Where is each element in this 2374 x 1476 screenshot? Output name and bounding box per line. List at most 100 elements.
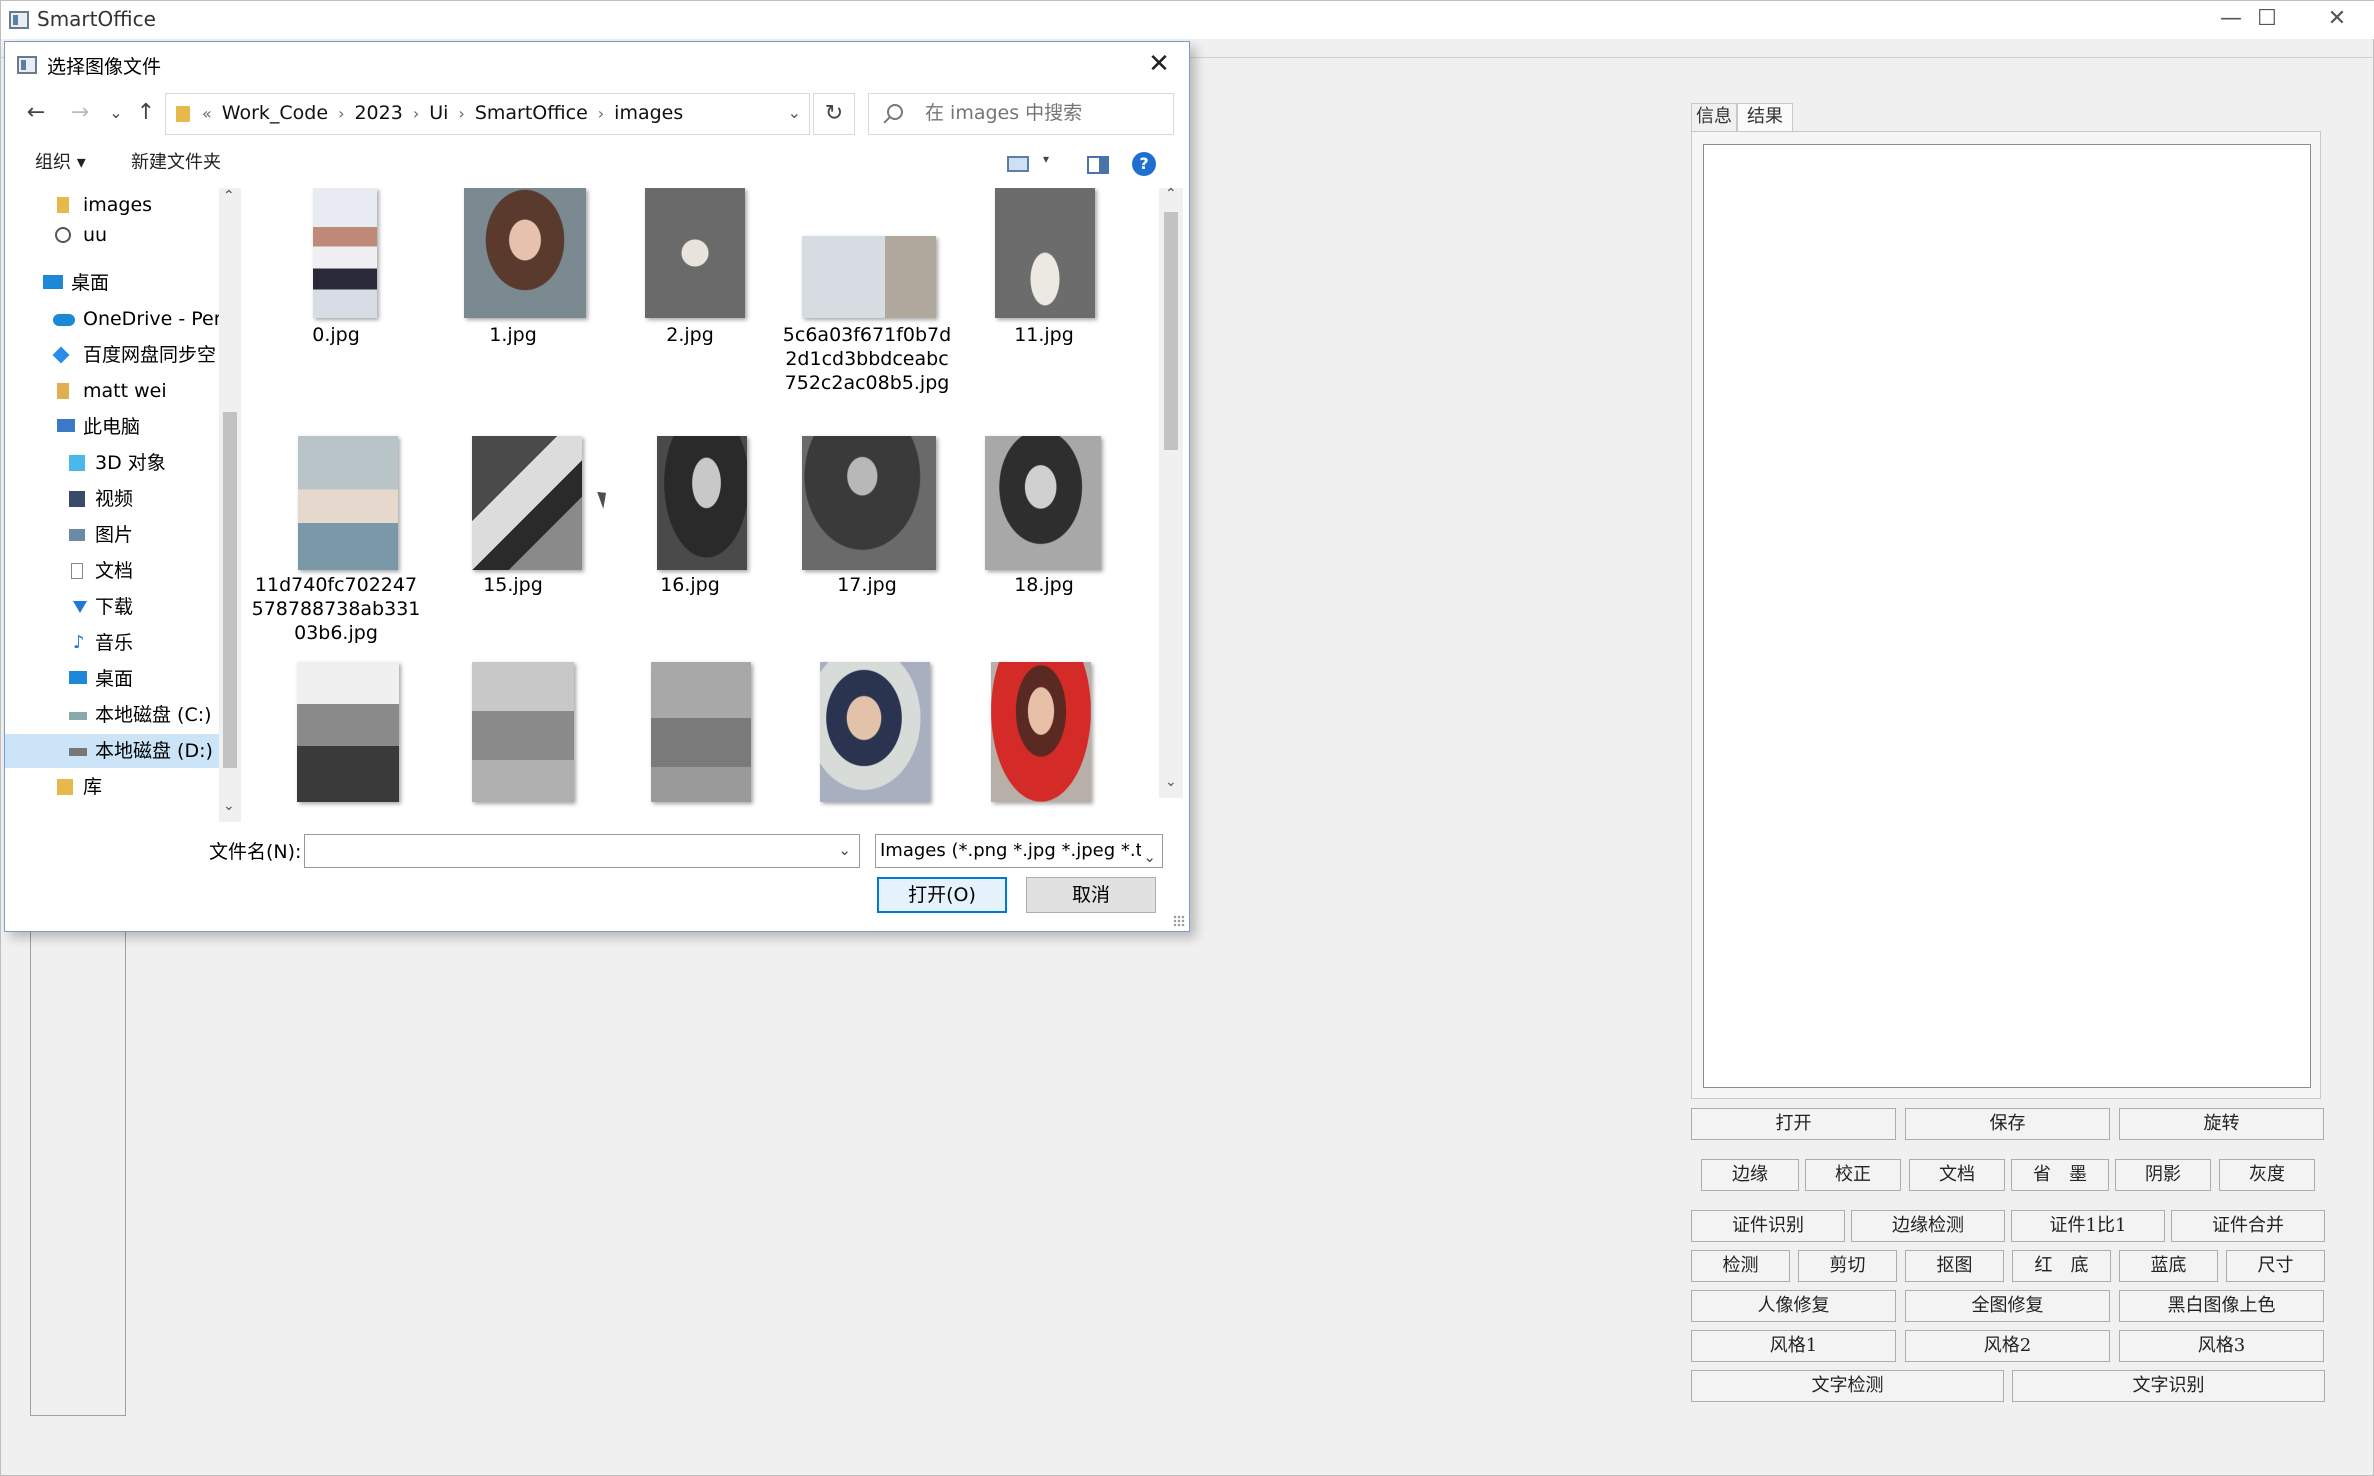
file-list-scrollbar[interactable]: ⌃ ⌄ — [1159, 186, 1183, 798]
file-item[interactable]: 2.jpg — [605, 188, 775, 348]
nav-item-drive-c[interactable]: 本地磁盘 (C:) — [5, 698, 220, 732]
nav-item-3d[interactable]: 3D 对象 — [5, 446, 220, 480]
nav-item-onedrive[interactable]: OneDrive - Pers — [5, 302, 220, 336]
text-recognize-button[interactable]: 文字识别 — [2012, 1370, 2325, 1402]
help-icon[interactable]: ? — [1132, 152, 1156, 176]
chevron-down-icon[interactable]: ⌄ — [788, 103, 801, 122]
breadcrumb-item[interactable]: SmartOffice — [475, 102, 588, 124]
nav-scrollbar[interactable]: ⌃ ⌄ — [219, 188, 241, 822]
file-item[interactable]: 16.jpg — [605, 436, 775, 596]
nav-item-drive-d[interactable]: 本地磁盘 (D:) — [5, 734, 220, 768]
view-dropdown-icon[interactable]: ▾ — [1043, 152, 1049, 166]
nav-item-baidu[interactable]: 百度网盘同步空 — [5, 338, 220, 372]
breadcrumb-item[interactable]: Work_Code — [222, 102, 328, 124]
back-arrow-icon[interactable]: ← — [21, 98, 51, 128]
chevron-right-icon[interactable]: › — [338, 104, 344, 123]
file-item[interactable]: 0.jpg — [251, 188, 421, 348]
portrait-repair-button[interactable]: 人像修复 — [1691, 1290, 1896, 1322]
nav-item-library[interactable]: 库 — [5, 770, 220, 804]
nav-item-desktop-2[interactable]: 桌面 — [5, 662, 220, 696]
tab-info[interactable]: 信息 — [1691, 103, 1737, 131]
nav-item-documents[interactable]: 文档 — [5, 554, 220, 588]
nav-item-this-pc[interactable]: 此电脑 — [5, 410, 220, 444]
tab-result[interactable]: 结果 — [1737, 103, 1793, 131]
document-button[interactable]: 文档 — [1909, 1159, 2005, 1191]
filename-input[interactable]: ⌄ — [304, 834, 860, 868]
blue-bg-button[interactable]: 蓝底 — [2119, 1250, 2218, 1282]
dialog-close-button[interactable]: ✕ — [1139, 46, 1179, 82]
full-repair-button[interactable]: 全图修复 — [1905, 1290, 2110, 1322]
file-type-filter[interactable]: Images (*.png *.jpg *.jpeg *.ti ⌄ — [875, 834, 1163, 868]
new-folder-button[interactable]: 新建文件夹 — [131, 148, 221, 174]
nav-item-uu[interactable]: uu — [5, 218, 220, 252]
rotate-button[interactable]: 旋转 — [2119, 1108, 2324, 1140]
file-item[interactable] — [605, 662, 775, 822]
scroll-thumb[interactable] — [1164, 212, 1178, 450]
nav-item-music[interactable]: ♪ 音乐 — [5, 626, 220, 660]
refresh-icon[interactable]: ↻ — [813, 93, 855, 135]
breadcrumb-item[interactable]: 2023 — [354, 102, 402, 124]
open-file-button[interactable]: 打开(O) — [877, 877, 1007, 913]
search-input[interactable] — [925, 102, 1165, 124]
scroll-up-icon[interactable]: ⌃ — [223, 188, 235, 204]
breadcrumb-item[interactable]: images — [614, 102, 683, 124]
scroll-down-icon[interactable]: ⌄ — [223, 798, 235, 814]
edge-detect-button[interactable]: 边缘检测 — [1851, 1210, 2005, 1242]
open-button[interactable]: 打开 — [1691, 1108, 1896, 1140]
style2-button[interactable]: 风格2 — [1905, 1330, 2110, 1362]
chevron-right-icon[interactable]: › — [598, 104, 604, 123]
breadcrumb-item[interactable]: Ui — [429, 102, 448, 124]
file-item[interactable]: 17.jpg — [782, 436, 952, 596]
address-bar[interactable]: « Work_Code › 2023 › Ui › SmartOffice › images ⌄ — [165, 93, 810, 135]
file-item[interactable]: 15.jpg — [428, 436, 598, 596]
size-button[interactable]: 尺寸 — [2226, 1250, 2325, 1282]
scroll-down-icon[interactable]: ⌄ — [1165, 774, 1177, 790]
nav-item-downloads[interactable]: 下载 — [5, 590, 220, 624]
file-item[interactable]: 11.jpg — [959, 188, 1129, 348]
cut-button[interactable]: 剪切 — [1798, 1250, 1897, 1282]
breadcrumb-overflow[interactable]: « — [202, 104, 212, 123]
nav-item-user[interactable]: matt wei — [5, 374, 220, 408]
nav-item-desktop[interactable]: 桌面 — [5, 266, 220, 300]
preview-pane-icon[interactable] — [1087, 156, 1109, 174]
history-dropdown-icon[interactable]: ⌄ — [101, 98, 131, 128]
colorize-button[interactable]: 黑白图像上色 — [2119, 1290, 2324, 1322]
scroll-up-icon[interactable]: ⌃ — [1165, 186, 1177, 202]
file-item[interactable] — [428, 662, 598, 822]
save-button[interactable]: 保存 — [1905, 1108, 2110, 1140]
resize-grip[interactable] — [1173, 915, 1185, 927]
edge-button[interactable]: 边缘 — [1701, 1159, 1799, 1191]
grayscale-button[interactable]: 灰度 — [2219, 1159, 2315, 1191]
ink-save-button[interactable]: 省 墨 — [2011, 1159, 2109, 1191]
chevron-down-icon[interactable]: ⌄ — [838, 841, 851, 859]
file-item[interactable]: 18.jpg — [959, 436, 1129, 596]
window-close-button[interactable]: ✕ — [2303, 1, 2371, 39]
forward-arrow-icon[interactable]: → — [65, 98, 95, 128]
view-mode-icon[interactable] — [1007, 156, 1029, 172]
id-merge-button[interactable]: 证件合并 — [2171, 1210, 2325, 1242]
chevron-right-icon[interactable]: › — [458, 104, 464, 123]
shadow-button[interactable]: 阴影 — [2115, 1159, 2211, 1191]
correct-button[interactable]: 校正 — [1805, 1159, 1901, 1191]
chevron-right-icon[interactable]: › — [413, 104, 419, 123]
id-1to1-button[interactable]: 证件1比1 — [2011, 1210, 2165, 1242]
file-item[interactable]: 1.jpg — [428, 188, 598, 348]
nav-item-images[interactable]: images — [5, 188, 220, 222]
file-item[interactable]: 11d740fc702247578788738ab33103b6.jpg — [251, 436, 421, 666]
style3-button[interactable]: 风格3 — [2119, 1330, 2324, 1362]
maximize-button[interactable]: ☐ — [2233, 1, 2301, 39]
file-item[interactable] — [782, 662, 952, 822]
chevron-down-icon[interactable]: ⌄ — [1141, 841, 1156, 867]
matting-button[interactable]: 抠图 — [1905, 1250, 2004, 1282]
file-item[interactable] — [959, 662, 1129, 822]
red-bg-button[interactable]: 红 底 — [2012, 1250, 2111, 1282]
id-recognition-button[interactable]: 证件识别 — [1691, 1210, 1845, 1242]
file-item[interactable]: 5c6a03f671f0b7d2d1cd3bbdceabc752c2ac08b5… — [782, 188, 952, 418]
up-arrow-icon[interactable]: ↑ — [131, 98, 161, 128]
nav-item-pictures[interactable]: 图片 — [5, 518, 220, 552]
style1-button[interactable]: 风格1 — [1691, 1330, 1896, 1362]
search-box[interactable] — [868, 93, 1174, 135]
scroll-thumb[interactable] — [223, 412, 237, 768]
detect-button[interactable]: 检测 — [1691, 1250, 1790, 1282]
cancel-button[interactable]: 取消 — [1026, 877, 1156, 913]
